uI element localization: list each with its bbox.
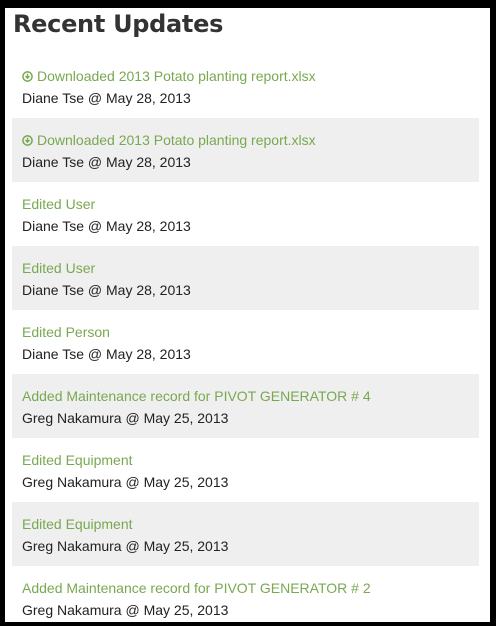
update-item: Added Maintenance record for PIVOT GENER… <box>12 374 479 438</box>
update-link[interactable]: Downloaded 2013 Potato planting report.x… <box>22 65 469 87</box>
update-item: Downloaded 2013 Potato planting report.x… <box>12 54 479 118</box>
update-meta: Diane Tse @ May 28, 2013 <box>22 346 191 362</box>
updates-list: Downloaded 2013 Potato planting report.x… <box>12 54 479 622</box>
download-icon <box>22 135 33 146</box>
update-link[interactable]: Downloaded 2013 Potato planting report.x… <box>22 129 469 151</box>
update-item: Edited User Diane Tse @ May 28, 2013 <box>12 182 479 246</box>
update-meta: Greg Nakamura @ May 25, 2013 <box>22 410 229 426</box>
update-meta: Diane Tse @ May 28, 2013 <box>22 282 191 298</box>
update-item: Edited Person Diane Tse @ May 28, 2013 <box>12 310 479 374</box>
page-title: Recent Updates <box>13 10 224 38</box>
update-meta: Greg Nakamura @ May 25, 2013 <box>22 602 229 618</box>
update-item: Added Maintenance record for PIVOT GENER… <box>12 566 479 622</box>
update-meta: Diane Tse @ May 28, 2013 <box>22 218 191 234</box>
update-meta: Greg Nakamura @ May 25, 2013 <box>22 474 229 490</box>
download-icon <box>22 71 33 82</box>
update-action: Downloaded 2013 Potato planting report.x… <box>37 68 316 84</box>
update-link[interactable]: Added Maintenance record for PIVOT GENER… <box>22 385 469 407</box>
update-link[interactable]: Edited Person <box>22 321 469 343</box>
update-item: Edited Equipment Greg Nakamura @ May 25,… <box>12 438 479 502</box>
recent-updates-panel: Recent Updates Downloaded 2013 Potato pl… <box>5 8 490 622</box>
update-link[interactable]: Added Maintenance record for PIVOT GENER… <box>22 577 469 599</box>
update-action: Downloaded 2013 Potato planting report.x… <box>37 132 316 148</box>
update-meta: Greg Nakamura @ May 25, 2013 <box>22 538 229 554</box>
update-meta: Diane Tse @ May 28, 2013 <box>22 154 191 170</box>
update-item: Edited Equipment Greg Nakamura @ May 25,… <box>12 502 479 566</box>
update-link[interactable]: Edited User <box>22 193 469 215</box>
update-link[interactable]: Edited User <box>22 257 469 279</box>
update-link[interactable]: Edited Equipment <box>22 513 469 535</box>
update-item: Edited User Diane Tse @ May 28, 2013 <box>12 246 479 310</box>
update-item: Downloaded 2013 Potato planting report.x… <box>12 118 479 182</box>
update-meta: Diane Tse @ May 28, 2013 <box>22 90 191 106</box>
update-link[interactable]: Edited Equipment <box>22 449 469 471</box>
